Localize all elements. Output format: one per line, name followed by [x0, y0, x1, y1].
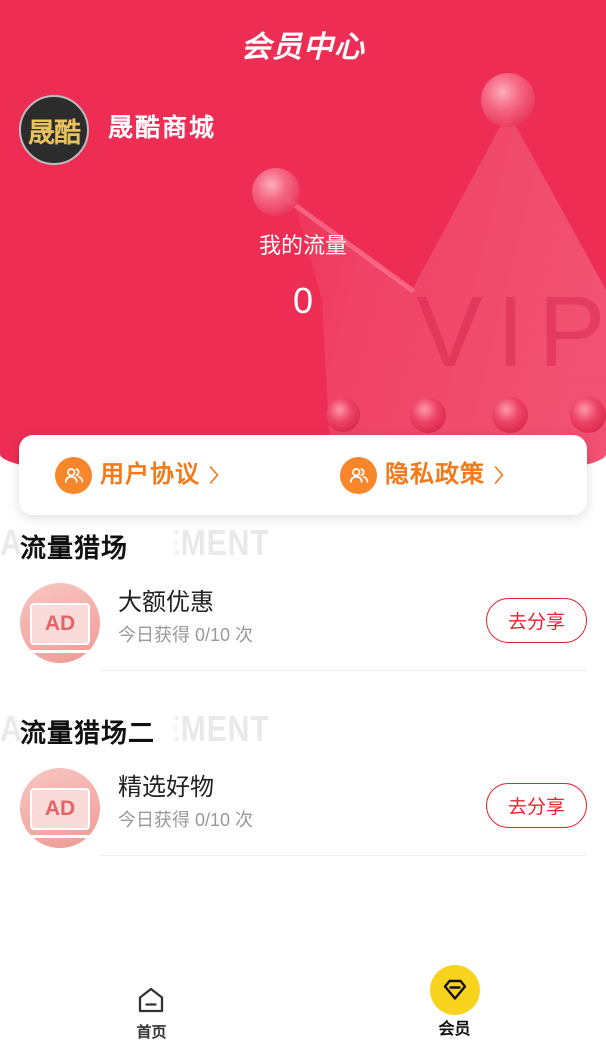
page-title: 会员中心 [241, 31, 365, 64]
users-icon [55, 456, 92, 494]
avatar-text: 晟酷 [28, 117, 81, 148]
tab-home[interactable]: 首页 [0, 959, 303, 1049]
privacy-policy-link[interactable]: 隐私政策 [340, 456, 504, 494]
home-icon [136, 985, 166, 1015]
chevron-right-icon [494, 465, 504, 485]
ad-icon-base [30, 650, 90, 653]
item-progress: 今日获得 0/10 次 [118, 810, 254, 830]
item-name: 大额优惠 [118, 589, 214, 616]
section-title: 流量猎场 [20, 533, 129, 563]
ad-icon: AD [20, 583, 100, 663]
list-item: AD 大额优惠 今日获得 0/10 次 去分享 [0, 583, 606, 671]
ad-icon-base [30, 835, 90, 838]
divider [100, 855, 587, 856]
list-item: AD 精选好物 今日获得 0/10 次 去分享 [0, 768, 606, 856]
section-title: 流量猎场二 [20, 718, 156, 748]
ad-icon-label: AD [30, 788, 90, 830]
shop-name: 晟酷商城 [108, 114, 217, 142]
bottom-tabbar: 首页 会员 [0, 959, 606, 1049]
policy-links-card: 用户协议 隐私政策 [19, 435, 587, 515]
ad-icon-label: AD [30, 603, 90, 645]
ad-icon: AD [20, 768, 100, 848]
member-center-screen: VIP 会员中心 晟酷 晟酷商城 我的流量 0 用户协议 隐私政策 ADVERT… [0, 0, 606, 1049]
user-agreement-link[interactable]: 用户协议 [55, 456, 219, 494]
tab-home-label: 首页 [136, 1024, 167, 1041]
users-icon [340, 456, 377, 494]
tab-member-label: 会员 [438, 1021, 471, 1038]
share-button[interactable]: 去分享 [486, 783, 587, 828]
tab-member[interactable]: 会员 [303, 959, 606, 1049]
chevron-right-icon [209, 465, 219, 485]
diamond-icon [430, 965, 480, 1015]
avatar: 晟酷 [19, 95, 89, 165]
divider [100, 670, 587, 671]
privacy-policy-label: 隐私政策 [385, 461, 485, 488]
flow-label: 我的流量 [258, 233, 347, 258]
item-progress: 今日获得 0/10 次 [118, 625, 254, 645]
member-header: VIP 会员中心 晟酷 晟酷商城 我的流量 0 [0, 0, 606, 484]
item-name: 精选好物 [118, 774, 214, 801]
share-button[interactable]: 去分享 [486, 598, 587, 643]
flow-value: 0 [292, 280, 314, 321]
user-agreement-label: 用户协议 [100, 461, 200, 488]
